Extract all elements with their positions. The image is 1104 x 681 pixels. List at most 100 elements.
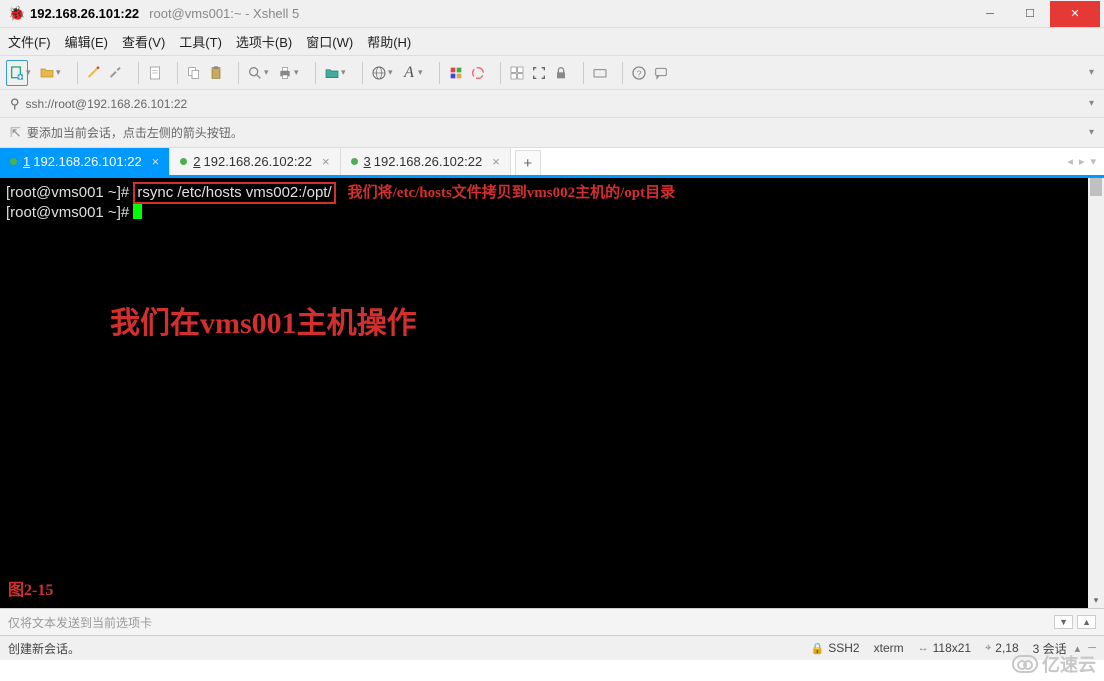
command-text: rsync /etc/hosts vms002:/opt/ [137,184,331,201]
dropdown-icon[interactable]: ▾ [341,67,351,78]
arrow-add-icon[interactable]: ⇱ [10,125,21,141]
menu-view[interactable]: 查看(V) [122,32,165,51]
dropdown-icon[interactable]: ▾ [56,67,66,78]
scrollbar[interactable]: ▾ [1088,178,1104,608]
toolbar: ▾ ▾ ▾ ▾ ▾ ▾ A ▾ [0,56,1104,90]
hint-overflow-icon[interactable]: ▾ [1089,127,1094,138]
menu-tabs[interactable]: 选项卡(B) [236,32,292,51]
separator [362,62,363,84]
close-icon[interactable]: × [322,154,330,169]
dropdown-icon[interactable]: ▾ [264,67,274,78]
fullscreen-icon[interactable] [528,60,550,86]
app-icon: 🐞 [8,6,24,22]
reconnect-icon[interactable] [83,60,105,86]
sessions-icon[interactable] [506,60,528,86]
close-icon[interactable]: × [492,154,500,169]
send-input[interactable]: 仅将文本发送到当前选项卡 [8,614,152,631]
address-overflow-icon[interactable]: ▾ [1089,98,1094,109]
tab-1[interactable]: 1 192.168.26.101:22 × [0,148,170,175]
command-highlight-box: rsync /etc/hosts vms002:/opt/ [133,182,335,204]
status-term-type: xterm [874,641,904,655]
terminal[interactable]: [root@vms001 ~]# rsync /etc/hosts vms002… [0,178,1104,608]
properties-icon[interactable] [144,60,166,86]
chevron-down-icon[interactable]: ▼ [1054,615,1073,629]
tab-label: 192.168.26.101:22 [33,154,141,169]
dropdown-icon[interactable]: ▾ [294,67,304,78]
new-session-icon[interactable] [6,60,28,86]
close-icon[interactable]: × [152,154,160,169]
close-button[interactable]: ✕ [1050,1,1100,27]
add-tab-button[interactable]: + [515,150,541,175]
onedrive-icon[interactable] [467,60,489,86]
separator [439,62,440,84]
separator [77,62,78,84]
dropdown-icon[interactable]: ▾ [26,67,36,78]
tab-strip: 1 192.168.26.101:22 × 2 192.168.26.102:2… [0,148,1104,178]
xftp-icon[interactable] [321,60,343,86]
open-folder-icon[interactable] [36,60,58,86]
window-title-sub: root@vms001:~ - Xshell 5 [149,6,299,21]
connect-icon[interactable]: ⚲ [10,96,20,112]
hint-text: 要添加当前会话，点击左侧的箭头按钮。 [27,124,243,141]
tab-num: 2 [193,154,200,169]
minimize-button[interactable]: ─ [970,1,1010,27]
annotation-heading: 我们在vms001主机操作 [110,298,417,342]
font-icon[interactable]: A [398,60,420,86]
maximize-button[interactable]: ☐ [1010,1,1050,27]
tab-label: 192.168.26.102:22 [374,154,482,169]
tab-num: 3 [364,154,371,169]
status-dot-icon [180,158,187,165]
cursor-pos-icon: ⌖ [985,642,991,655]
scrollbar-thumb[interactable] [1090,178,1102,196]
tab-list-icon[interactable]: ▾ [1090,155,1096,168]
status-dot-icon [10,158,17,165]
separator [622,62,623,84]
dropdown-icon[interactable]: ▾ [418,67,428,78]
status-dot-icon [351,158,358,165]
lock-icon[interactable] [550,60,572,86]
send-dropdown[interactable]: ▼ ▲ [1050,615,1096,629]
find-icon[interactable] [244,60,266,86]
color-scheme-icon[interactable] [445,60,467,86]
dropdown-icon[interactable]: ▾ [388,67,398,78]
globe-icon[interactable] [368,60,390,86]
scrollbar-down-icon[interactable]: ▾ [1088,592,1104,608]
watermark: 亿速云 [1012,651,1096,677]
keyboard-icon[interactable] [589,60,611,86]
prompt: [root@vms001 ~]# [6,204,133,221]
tab-next-icon[interactable]: ▸ [1079,155,1085,168]
tab-2[interactable]: 2 192.168.26.102:22 × [170,148,340,175]
address-url[interactable]: ssh://root@192.168.26.101:22 [26,97,188,111]
help-icon[interactable]: ? [628,60,650,86]
terminal-line-2: [root@vms001 ~]# [6,204,1098,222]
separator [583,62,584,84]
separator [315,62,316,84]
window-title-main: 192.168.26.101:22 [30,6,139,21]
tab-3[interactable]: 3 192.168.26.102:22 × [341,148,511,175]
send-input-bar: 仅将文本发送到当前选项卡 ▼ ▲ [0,608,1104,636]
svg-text:?: ? [637,68,642,78]
menu-edit[interactable]: 编辑(E) [65,32,108,51]
cursor-icon [133,204,142,219]
window-controls: ─ ☐ ✕ [970,1,1100,27]
toolbar-overflow-icon[interactable]: ▾ [1089,67,1098,78]
disconnect-icon[interactable] [105,60,127,86]
status-message: 创建新会话。 [8,640,797,657]
address-bar: ⚲ ssh://root@192.168.26.101:22 ▾ [0,90,1104,118]
resize-icon: ↔ [918,642,929,654]
title-bar: 🐞 192.168.26.101:22 root@vms001:~ - Xshe… [0,0,1104,28]
separator [500,62,501,84]
print-icon[interactable] [274,60,296,86]
menu-tools[interactable]: 工具(T) [179,32,222,51]
chat-icon[interactable] [650,60,672,86]
chevron-up-icon[interactable]: ▲ [1077,615,1096,629]
menu-file[interactable]: 文件(F) [8,32,51,51]
copy-icon[interactable] [183,60,205,86]
menu-window[interactable]: 窗口(W) [306,32,353,51]
tab-nav: ◂ ▸ ▾ [1061,148,1104,175]
status-size: ↔118x21 [918,641,971,655]
menu-help[interactable]: 帮助(H) [367,32,411,51]
tab-prev-icon[interactable]: ◂ [1067,155,1073,168]
paste-icon[interactable] [205,60,227,86]
terminal-line-1: [root@vms001 ~]# rsync /etc/hosts vms002… [6,182,1098,204]
